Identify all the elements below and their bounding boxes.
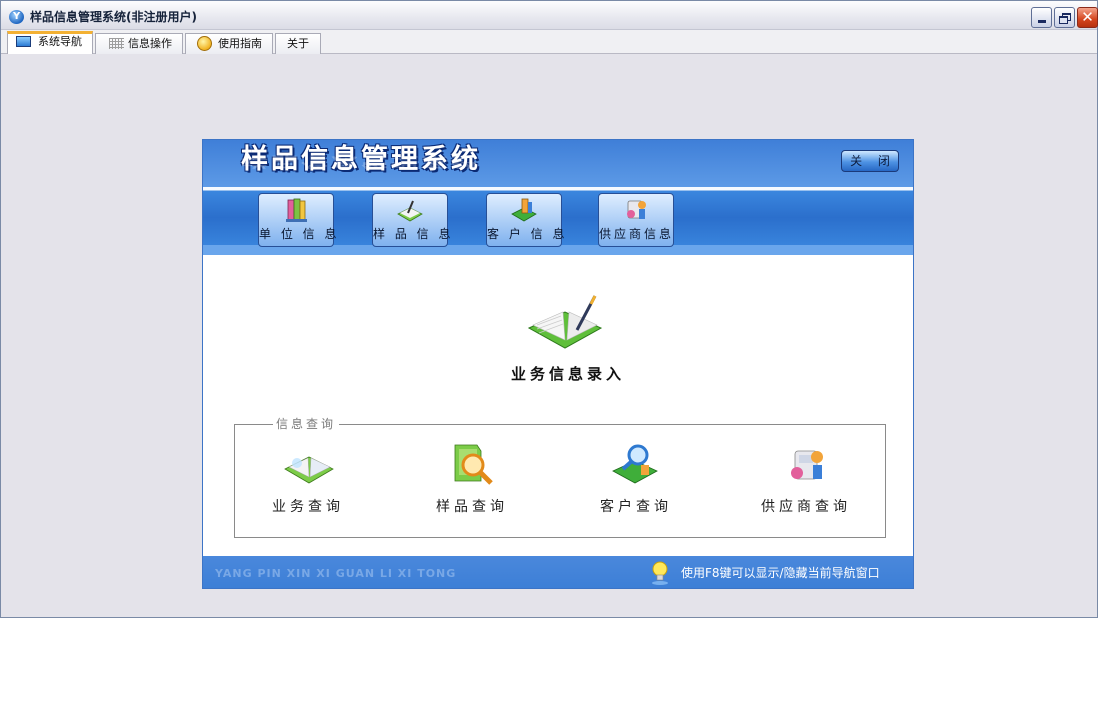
query-label: 客户查询 xyxy=(600,499,672,515)
supplier-query-button[interactable]: 供应商查询 xyxy=(741,435,871,525)
tab-system-nav[interactable]: 系统导航 xyxy=(7,31,93,54)
f8-hint-text: 使用F8键可以显示/隐藏当前导航窗口 xyxy=(681,566,880,580)
tab-label: 系统导航 xyxy=(38,35,82,48)
tab-about[interactable]: 关于 xyxy=(275,33,321,54)
customer-query-button[interactable]: 客户查询 xyxy=(571,435,701,525)
restore-button[interactable] xyxy=(1054,7,1075,28)
nav-label: 供应商信息 xyxy=(599,227,675,241)
sample-query-button[interactable]: 样品查询 xyxy=(407,435,537,525)
nav-unit-info-button[interactable]: 单 位 信 息 xyxy=(258,193,340,247)
tab-info-ops[interactable]: 信息操作 xyxy=(95,33,183,54)
customer-icon xyxy=(511,198,537,222)
navigation-panel: 样品信息管理系统 样品信息管理系统 关 闭 单 位 信 息 样 品 信 息 客 … xyxy=(202,139,914,589)
monitor-icon xyxy=(16,36,31,47)
books-icon xyxy=(286,198,307,222)
open-book-pen-icon[interactable] xyxy=(525,292,605,352)
title-bar[interactable]: Y 样品信息管理系统(非注册用户) ✕ xyxy=(1,1,1098,30)
panel-footer: YANG PIN XIN XI GUAN LI XI TONG 使用F8键可以显… xyxy=(203,556,913,588)
tab-bar: 系统导航 信息操作 使用指南 关于 xyxy=(1,30,1097,54)
tab-user-guide[interactable]: 使用指南 xyxy=(185,33,273,54)
app-logo-icon: Y xyxy=(9,10,24,24)
business-entry-label[interactable]: 业务信息录入 xyxy=(483,364,653,384)
open-book-icon xyxy=(284,456,334,484)
query-label: 业务查询 xyxy=(272,499,344,515)
window-title: 样品信息管理系统(非注册用户) xyxy=(30,10,197,24)
tab-label: 使用指南 xyxy=(218,37,262,50)
tab-label: 信息操作 xyxy=(128,37,172,50)
business-query-button[interactable]: 业务查询 xyxy=(243,435,373,525)
pinyin-caption: YANG PIN XIN XI GUAN LI XI TONG xyxy=(215,567,457,580)
close-icon: ✕ xyxy=(1081,8,1094,26)
minimize-icon xyxy=(1038,20,1046,23)
supplier-icon xyxy=(627,200,646,219)
nav-label: 样 品 信 息 xyxy=(373,227,454,241)
panel-close-button[interactable]: 关 闭 xyxy=(841,150,899,172)
app-window: Y 样品信息管理系统(非注册用户) ✕ 系统导航 信息操作 使用指南 关于 样品… xyxy=(0,0,1098,618)
nav-sample-info-button[interactable]: 样 品 信 息 xyxy=(372,193,454,247)
tab-label: 关于 xyxy=(287,37,309,50)
nav-label: 客 户 信 息 xyxy=(487,227,568,241)
query-label: 供应商查询 xyxy=(761,499,851,515)
supplier-icon xyxy=(791,450,823,480)
panel-header: 样品信息管理系统 样品信息管理系统 关 闭 xyxy=(203,140,913,187)
nav-supplier-info-button[interactable]: 供应商信息 xyxy=(598,193,674,247)
query-group-legend: 信息查询 xyxy=(273,416,340,432)
magnifier-folder-icon xyxy=(454,444,493,485)
window-close-button[interactable]: ✕ xyxy=(1077,7,1098,28)
book-pen-icon xyxy=(397,200,423,222)
grid-icon xyxy=(109,38,124,49)
nav-label: 单 位 信 息 xyxy=(259,227,340,241)
info-query-group: 信息查询 业务查询 样品查询 客户查询 供应商查询 xyxy=(234,416,886,538)
nav-customer-info-button[interactable]: 客 户 信 息 xyxy=(486,193,568,247)
brand-reflection: 样品信息管理系统 xyxy=(241,153,481,170)
minimize-button[interactable] xyxy=(1031,7,1052,28)
nav-strip: 单 位 信 息 样 品 信 息 客 户 信 息 供应商信息 xyxy=(203,187,913,255)
magnifier-customer-icon xyxy=(612,444,658,484)
light-bulb-icon xyxy=(652,561,668,585)
help-icon xyxy=(197,36,212,51)
query-label: 样品查询 xyxy=(436,499,508,515)
